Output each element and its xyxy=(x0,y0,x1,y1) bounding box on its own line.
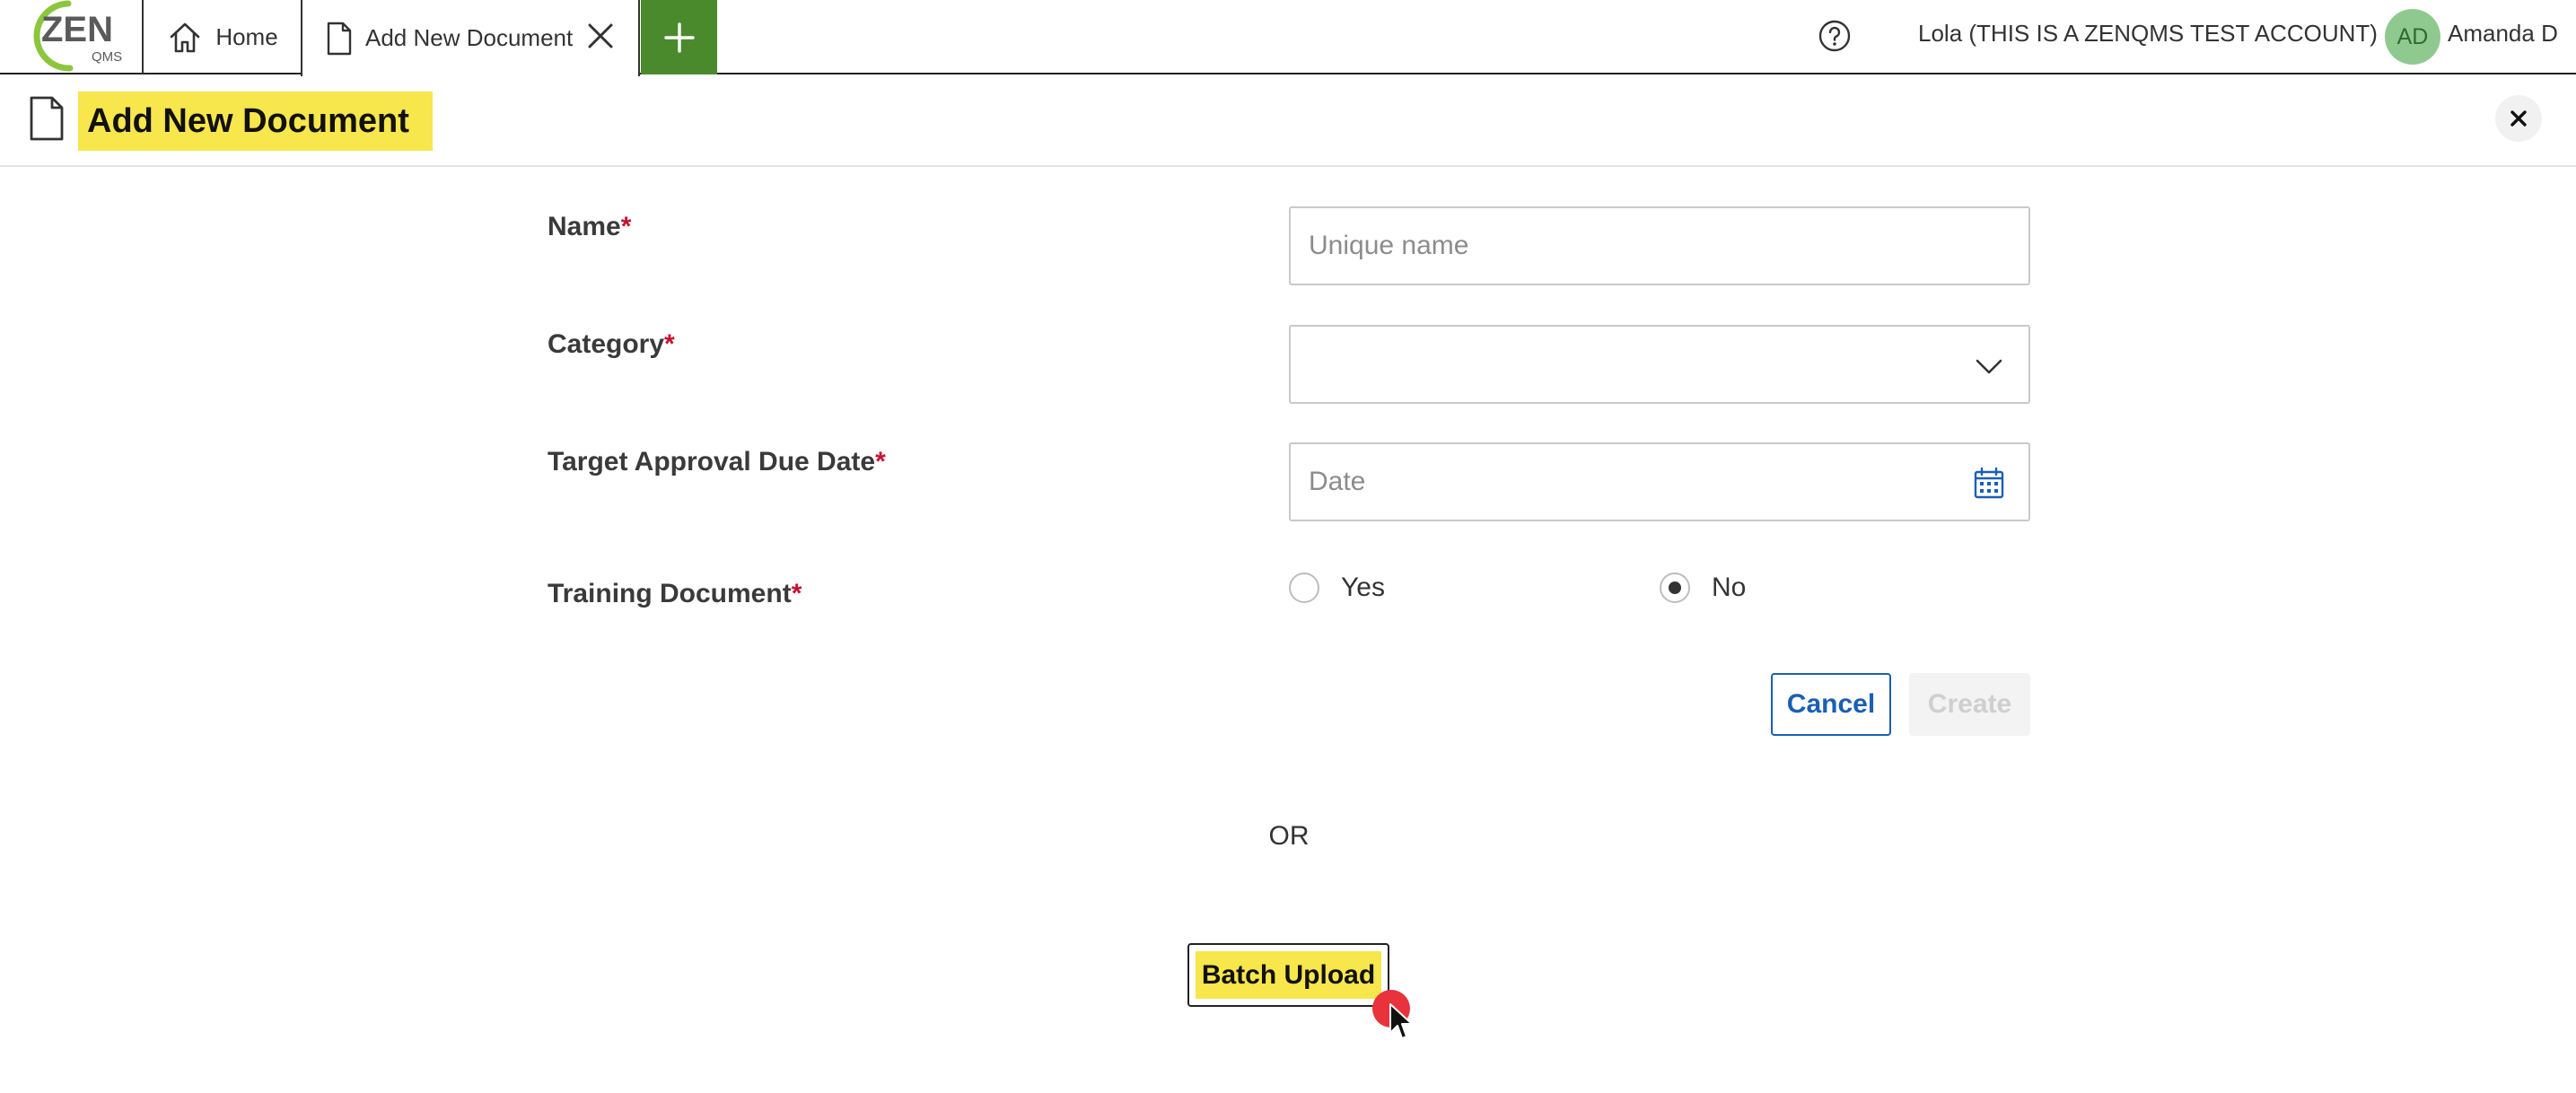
batch-upload-button[interactable]: Batch Upload xyxy=(1187,943,1389,1007)
calendar-icon[interactable] xyxy=(1971,466,2007,502)
page-header: Add New Document xyxy=(0,75,2576,167)
account-switcher[interactable]: Lola (THIS IS A ZENQMS TEST ACCOUNT) xyxy=(1918,20,2378,48)
avatar[interactable]: AD xyxy=(2385,9,2440,65)
due-date-input[interactable] xyxy=(1291,444,2028,520)
required-marker: * xyxy=(875,447,886,477)
due-date-label-text: Target Approval Due Date xyxy=(548,447,876,477)
close-page-button[interactable] xyxy=(2495,95,2542,142)
name-label-text: Name xyxy=(548,212,621,241)
name-field[interactable] xyxy=(1289,206,2030,285)
user-menu[interactable]: Amanda D xyxy=(2448,20,2558,48)
create-button[interactable]: Create xyxy=(1909,673,2030,736)
or-separator: OR xyxy=(1268,821,1310,851)
logo-subtext: QMS xyxy=(92,49,122,65)
tab-home[interactable]: Home xyxy=(144,0,302,74)
training-document-label-text: Training Document xyxy=(548,579,792,608)
chevron-down-icon xyxy=(1976,359,2002,374)
logo-text: ZEN xyxy=(41,10,113,49)
cancel-button[interactable]: Cancel xyxy=(1771,673,1891,736)
radio-no-label: No xyxy=(1712,573,1747,602)
category-select[interactable] xyxy=(1289,325,2030,404)
document-icon xyxy=(30,96,64,141)
new-tab-button[interactable] xyxy=(641,0,717,74)
required-marker: * xyxy=(791,579,802,608)
top-navigation-bar: ZEN QMS Home Add New Document Lola (THIS… xyxy=(0,0,2576,76)
home-icon xyxy=(171,22,200,52)
tab-add-new-document-label: Add New Document xyxy=(365,24,574,51)
training-option-no[interactable]: No xyxy=(1660,573,1746,603)
plus-icon xyxy=(663,22,695,53)
help-icon[interactable] xyxy=(1818,19,1852,53)
due-date-field[interactable] xyxy=(1289,442,2030,521)
close-icon xyxy=(2510,110,2527,127)
page-title: Add New Document xyxy=(78,92,433,151)
radio-yes[interactable] xyxy=(1289,573,1319,603)
tab-add-new-document[interactable]: Add New Document xyxy=(301,0,640,76)
document-icon xyxy=(327,22,352,55)
zenqms-logo[interactable]: ZEN QMS xyxy=(16,0,127,72)
category-label-text: Category xyxy=(548,329,665,359)
radio-yes-label: Yes xyxy=(1341,573,1385,602)
name-input[interactable] xyxy=(1291,208,2028,284)
mouse-pointer-icon xyxy=(1389,1003,1413,1039)
training-document-label: Training Document* xyxy=(548,579,802,609)
name-label: Name* xyxy=(548,212,631,242)
close-tab-icon[interactable] xyxy=(584,20,617,52)
training-option-yes[interactable]: Yes xyxy=(1289,573,1385,603)
due-date-label: Target Approval Due Date* xyxy=(548,447,886,477)
required-marker: * xyxy=(664,329,675,359)
tab-home-label: Home xyxy=(215,23,278,50)
batch-upload-label: Batch Upload xyxy=(1196,951,1381,999)
category-label: Category* xyxy=(548,329,675,360)
radio-no[interactable] xyxy=(1660,573,1690,603)
required-marker: * xyxy=(620,212,632,241)
